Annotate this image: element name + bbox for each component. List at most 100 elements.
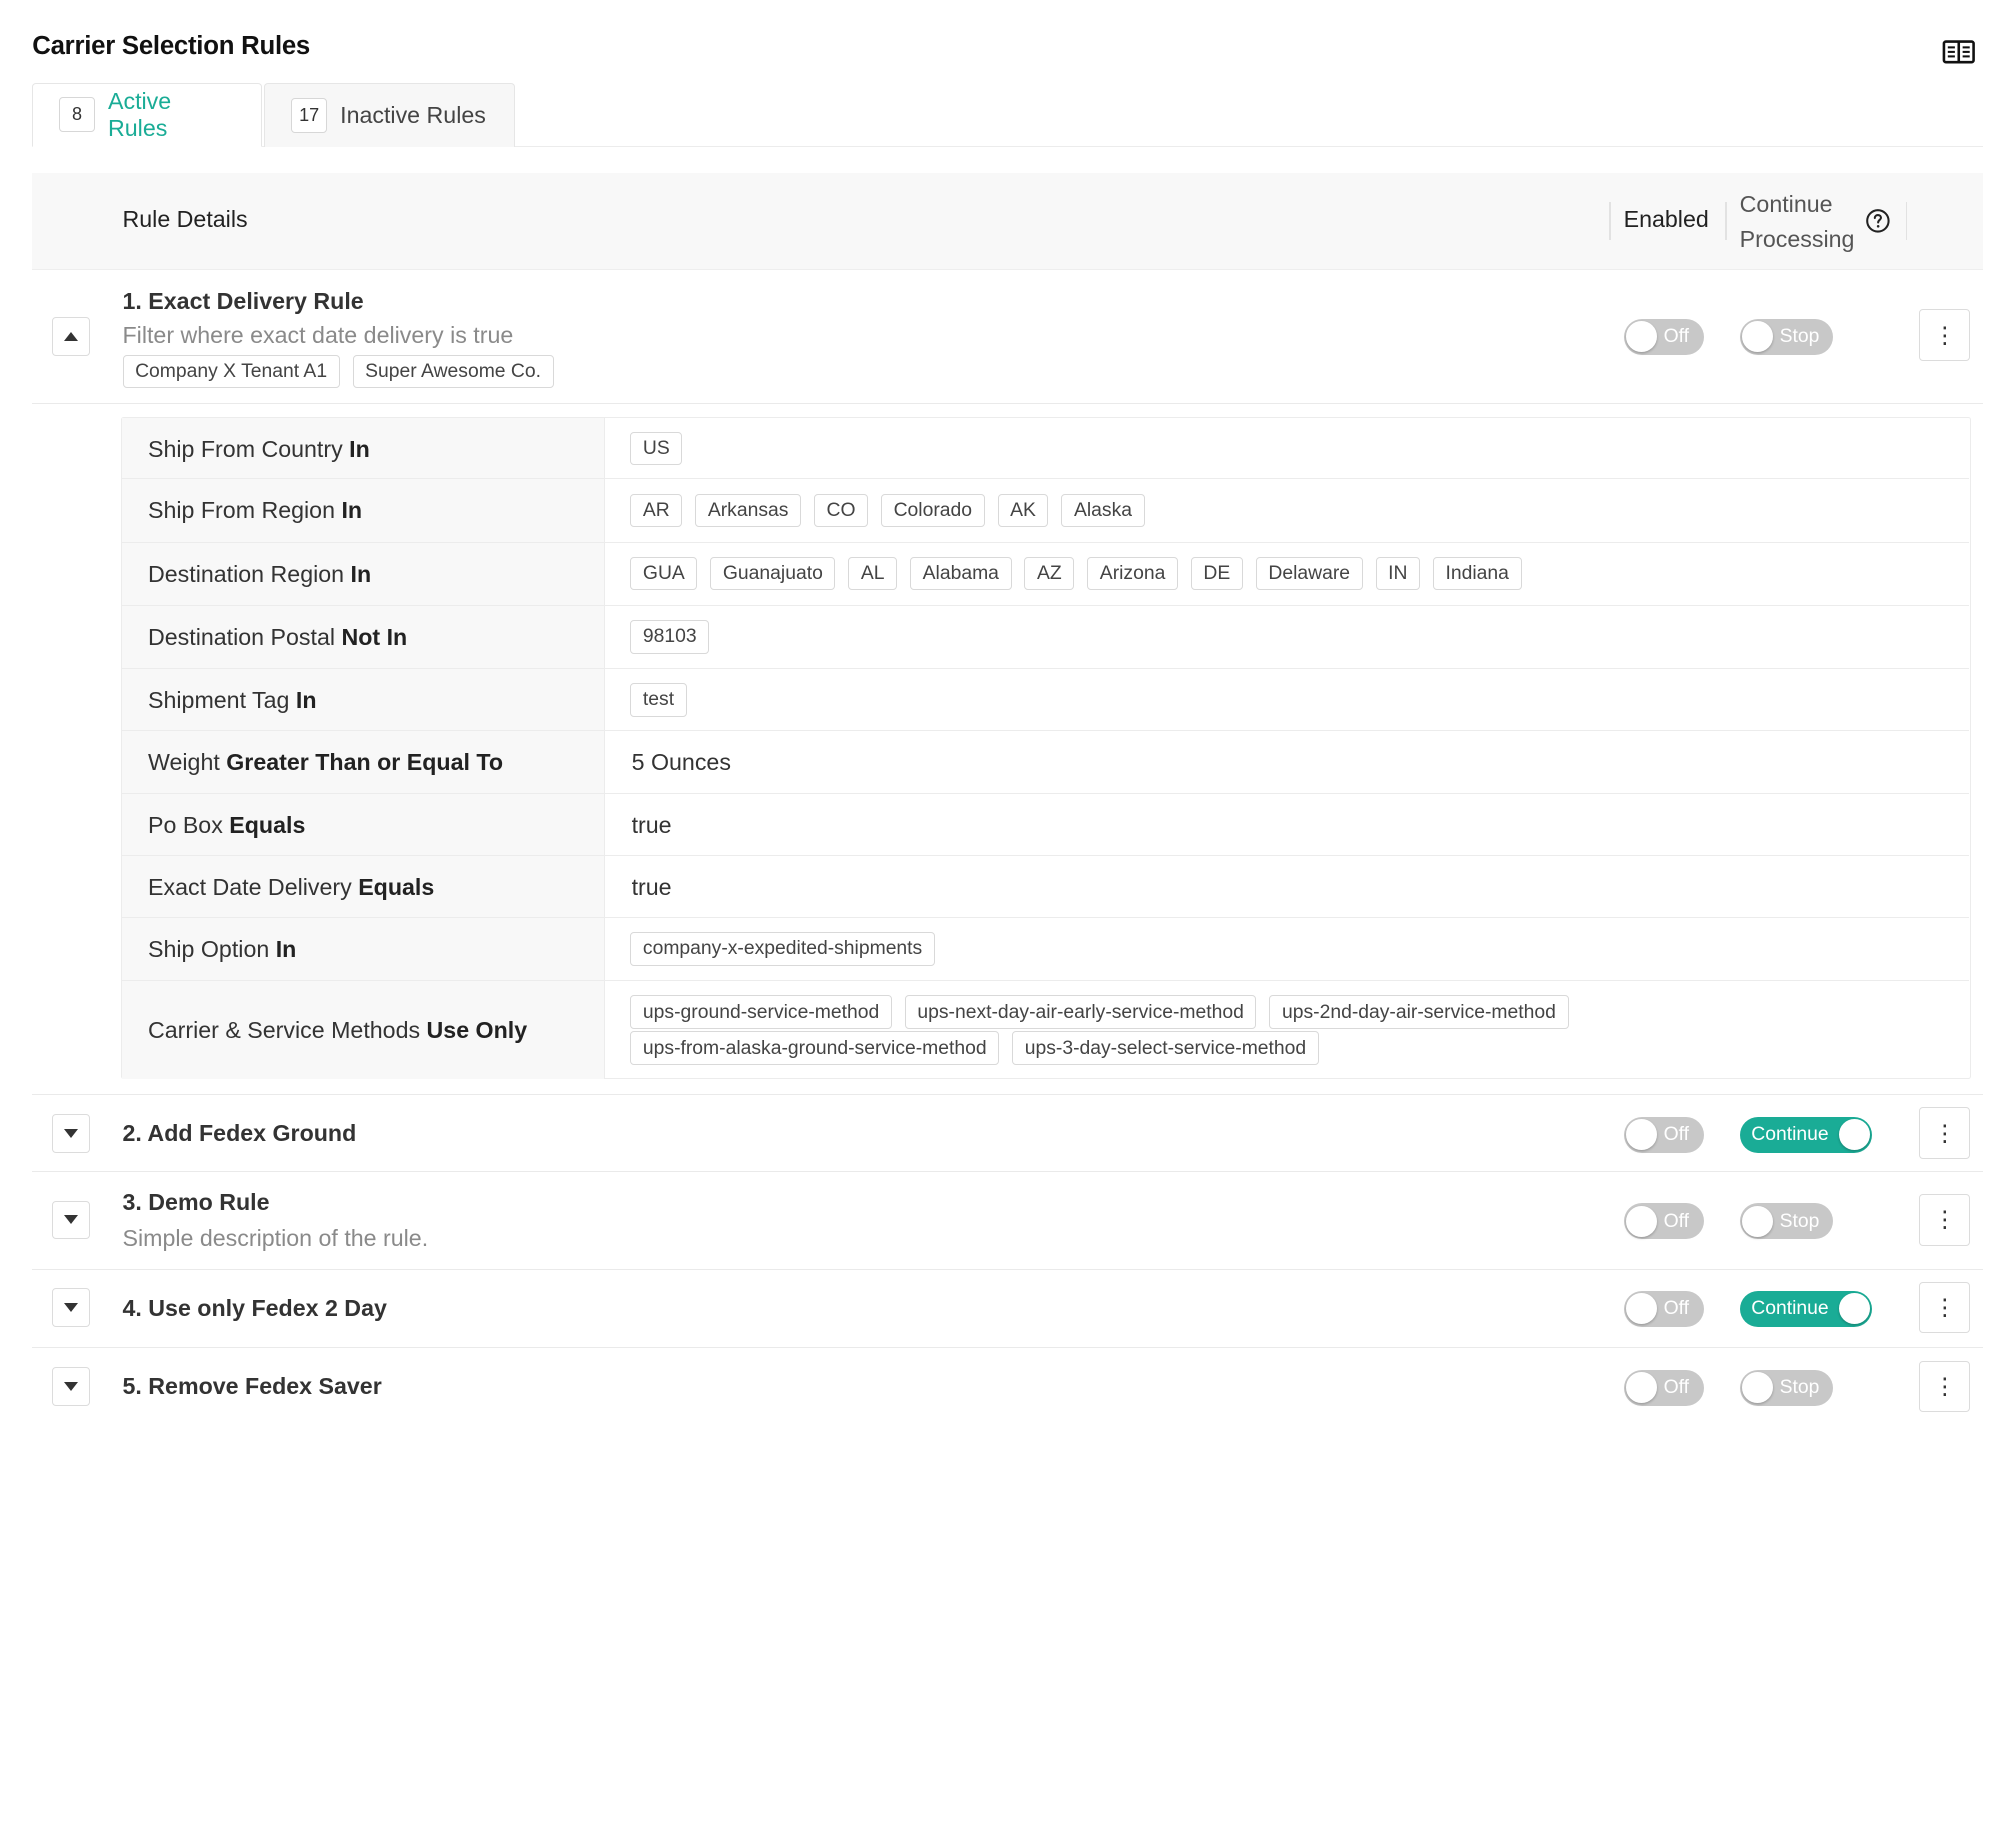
toggle-label: Off <box>1663 1375 1689 1398</box>
toggle-knob <box>1742 1372 1774 1404</box>
rule-name: 2. Add Fedex Ground <box>122 1120 357 1147</box>
value-tag: GUA <box>630 556 698 591</box>
column-rule-details: Rule Details <box>122 206 248 233</box>
value-tag: ups-next-day-air-early-service-method <box>904 995 1257 1029</box>
toggle-knob <box>1626 1293 1658 1325</box>
toggle-label: Stop <box>1779 324 1820 347</box>
rule-row-1: 1. Exact Delivery Rule Filter where exac… <box>32 270 1984 404</box>
rule-name: 4. Use only Fedex 2 Day <box>122 1294 387 1321</box>
condition-row: Ship From Country In US <box>122 417 1969 480</box>
rules-table-header: Rule Details Enabled Continue Processing <box>32 172 1984 270</box>
continue-processing-toggle[interactable]: Stop <box>1739 318 1833 355</box>
condition-label: Ship From Region In <box>148 497 363 524</box>
book-icon[interactable] <box>1942 39 1976 65</box>
enabled-toggle[interactable]: Off <box>1623 1203 1704 1240</box>
toggle-label: Continue <box>1751 1297 1829 1320</box>
continue-processing-toggle[interactable]: Continue <box>1739 1290 1873 1327</box>
enabled-toggle[interactable]: Off <box>1623 318 1704 355</box>
more-options-button[interactable]: ⋮ <box>1918 1194 1971 1246</box>
condition-row: Ship Option In company-x-expedited-shipm… <box>122 917 1969 982</box>
toggle-knob <box>1838 1293 1870 1325</box>
value-tag: AL <box>848 556 898 591</box>
value-tag: US <box>630 431 683 466</box>
enabled-toggle[interactable]: Off <box>1623 1290 1704 1327</box>
condition-label: Ship From Country In <box>148 435 370 462</box>
value-tag: ups-from-alaska-ground-service-method <box>630 1031 1000 1065</box>
condition-value: true <box>631 812 672 839</box>
condition-values: test <box>630 683 687 717</box>
continue-processing-toggle[interactable]: Stop <box>1739 1369 1833 1406</box>
rules-tabs: 8 Active Rules 17 Inactive Rules <box>32 82 1984 147</box>
condition-values: AR Arkansas CO Colorado AK Alaska <box>630 493 1145 528</box>
column-continue-line-2: Processing <box>1739 225 1855 252</box>
toggle-knob <box>1626 321 1658 353</box>
expand-button[interactable] <box>51 1366 91 1406</box>
value-tag: ups-3-day-select-service-method <box>1012 1031 1319 1065</box>
toggle-label: Off <box>1663 324 1689 347</box>
tab-label: Inactive Rules <box>340 101 486 128</box>
value-tag: test <box>630 683 687 717</box>
tenant-tags: Company X Tenant A1 Super Awesome Co. <box>122 354 554 389</box>
expand-button[interactable] <box>51 1200 91 1240</box>
chevron-down-icon <box>63 1303 78 1313</box>
condition-values: ups-ground-service-method ups-next-day-a… <box>630 995 1920 1065</box>
continue-processing-toggle[interactable]: Continue <box>1739 1116 1873 1153</box>
tab-active-rules[interactable]: 8 Active Rules <box>32 82 262 147</box>
toggle-label: Off <box>1663 1122 1689 1145</box>
kebab-menu-icon: ⋮ <box>1933 1119 1957 1146</box>
tab-label: Active Rules <box>108 87 172 141</box>
condition-value: 5 Ounces <box>631 748 731 775</box>
value-tag: Indiana <box>1432 556 1522 591</box>
condition-label: Ship Option In <box>148 935 297 962</box>
toggle-knob <box>1742 321 1774 353</box>
question-circle-icon[interactable] <box>1865 208 1891 234</box>
more-options-button[interactable]: ⋮ <box>1918 1107 1971 1160</box>
column-enabled: Enabled <box>1623 206 1709 233</box>
rule-description: Filter where exact date delivery is true <box>122 322 514 349</box>
chevron-down-icon <box>63 1128 78 1138</box>
toggle-knob <box>1626 1119 1658 1151</box>
tenant-tag: Company X Tenant A1 <box>122 354 340 389</box>
kebab-menu-icon: ⋮ <box>1933 321 1957 348</box>
value-tag: DE <box>1190 556 1243 591</box>
rule-name: 3. Demo Rule <box>122 1188 270 1215</box>
value-tag: AK <box>997 493 1049 528</box>
toggle-label: Stop <box>1779 1375 1820 1398</box>
value-tag: Arkansas <box>695 493 802 528</box>
toggle-label: Off <box>1663 1209 1689 1232</box>
condition-values: GUA Guanajuato AL Alabama AZ Arizona DE … <box>630 556 1522 591</box>
enabled-toggle[interactable]: Off <box>1623 1116 1704 1153</box>
chevron-up-icon <box>63 332 78 342</box>
expand-button[interactable] <box>51 1113 91 1153</box>
continue-processing-toggle[interactable]: Stop <box>1739 1203 1833 1240</box>
condition-value: true <box>631 874 672 901</box>
value-tag: Delaware <box>1255 556 1363 591</box>
carrier-selection-rules-page: Carrier Selection Rules 8 Active Rules 1… <box>0 0 2012 1419</box>
toggle-label: Stop <box>1779 1209 1820 1232</box>
tab-inactive-rules[interactable]: 17 Inactive Rules <box>264 82 515 147</box>
tenant-tag: Super Awesome Co. <box>352 354 554 389</box>
condition-label: Destination Region In <box>148 560 372 587</box>
more-options-button[interactable]: ⋮ <box>1918 309 1971 362</box>
condition-row: Po Box Equals true <box>122 794 1969 856</box>
condition-row: Destination Postal Not In 98103 <box>122 605 1969 669</box>
value-tag: Alabama <box>910 556 1012 591</box>
expand-button[interactable] <box>51 1288 91 1327</box>
rule-description: Simple description of the rule. <box>122 1225 429 1252</box>
condition-row: Carrier & Service Methods Use Only ups-g… <box>122 981 1969 1080</box>
more-options-button[interactable]: ⋮ <box>1918 1360 1971 1413</box>
enabled-toggle[interactable]: Off <box>1623 1369 1704 1406</box>
more-options-button[interactable]: ⋮ <box>1918 1281 1971 1334</box>
condition-label: Shipment Tag In <box>148 687 317 714</box>
kebab-menu-icon: ⋮ <box>1933 1294 1957 1321</box>
toggle-knob <box>1626 1205 1658 1237</box>
condition-row: Weight Greater Than or Equal To 5 Ounces <box>122 730 1969 795</box>
value-tag: IN <box>1375 556 1421 591</box>
condition-label: Carrier & Service Methods Use Only <box>148 1017 528 1044</box>
page-title: Carrier Selection Rules <box>32 32 311 61</box>
collapse-button[interactable] <box>51 317 91 356</box>
value-tag: Guanajuato <box>710 556 836 591</box>
rule-row-5: 5. Remove Fedex Saver Off Stop ⋮ <box>32 1348 1983 1419</box>
kebab-menu-icon: ⋮ <box>1933 1206 1957 1233</box>
condition-values: company-x-expedited-shipments <box>630 932 935 966</box>
